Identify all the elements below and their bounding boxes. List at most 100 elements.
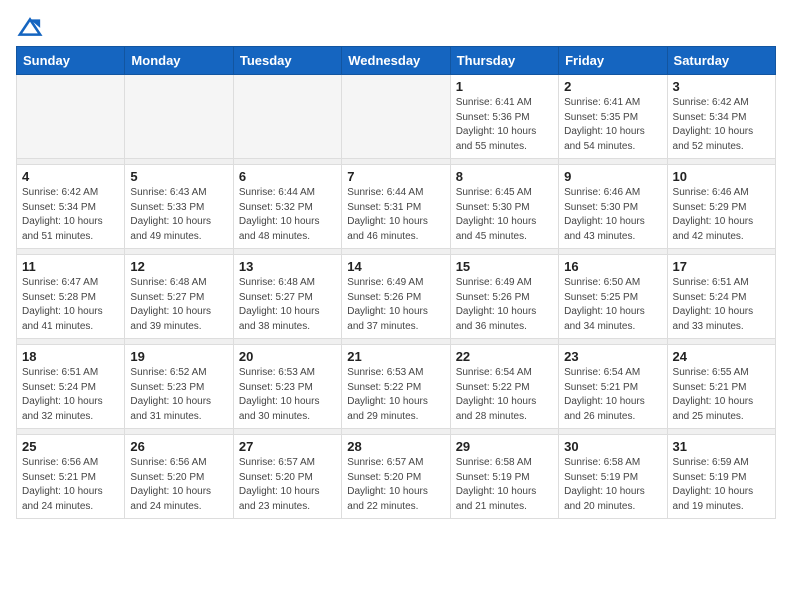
calendar-day-cell: 22 Sunrise: 6:54 AMSunset: 5:22 PMDayligh… xyxy=(450,345,558,429)
day-info: Sunrise: 6:51 AMSunset: 5:24 PMDaylight:… xyxy=(673,276,770,334)
calendar-day-cell: 31Sunrise: 6:59 AMSunset: 5:19 PMDayligh… xyxy=(667,435,775,519)
day-info: Sunrise: 6:51 AMSunset: 5:24 PMDaylight:… xyxy=(22,366,119,424)
day-info: Sunrise: 6:58 AMSunset: 5:19 PMDaylight:… xyxy=(456,456,553,514)
calendar-day-cell: 10 Sunrise: 6:46 AMSunset: 5:29 PMDayligh… xyxy=(667,165,775,249)
day-number: 20 xyxy=(239,349,336,364)
calendar-day-cell: 17 Sunrise: 6:51 AMSunset: 5:24 PMDayligh… xyxy=(667,255,775,339)
logo xyxy=(16,16,48,38)
day-info: Sunrise: 6:53 AMSunset: 5:23 PMDaylight:… xyxy=(239,366,336,424)
day-info: Sunrise: 6:45 AMSunset: 5:30 PMDaylight:… xyxy=(456,186,553,244)
calendar-day-cell: 27 Sunrise: 6:57 AMSunset: 5:20 PMDayligh… xyxy=(233,435,341,519)
day-number: 26 xyxy=(130,439,227,454)
calendar-day-cell: 9 Sunrise: 6:46 AMSunset: 5:30 PMDaylight… xyxy=(559,165,667,249)
day-info: Sunrise: 6:46 AMSunset: 5:30 PMDaylight:… xyxy=(564,186,661,244)
day-number: 30 xyxy=(564,439,661,454)
calendar-day-cell: 3 Sunrise: 6:42 AMSunset: 5:34 PMDaylight… xyxy=(667,75,775,159)
day-info: Sunrise: 6:47 AMSunset: 5:28 PMDaylight:… xyxy=(22,276,119,334)
weekday-header: Wednesday xyxy=(342,47,450,75)
day-number: 4 xyxy=(22,169,119,184)
day-info: Sunrise: 6:46 AMSunset: 5:29 PMDaylight:… xyxy=(673,186,770,244)
calendar-day-cell: 5 Sunrise: 6:43 AMSunset: 5:33 PMDaylight… xyxy=(125,165,233,249)
day-number: 22 xyxy=(456,349,553,364)
day-number: 9 xyxy=(564,169,661,184)
day-number: 24 xyxy=(673,349,770,364)
calendar-day-cell: 13 Sunrise: 6:48 AMSunset: 5:27 PMDayligh… xyxy=(233,255,341,339)
calendar-day-cell xyxy=(125,75,233,159)
day-number: 21 xyxy=(347,349,444,364)
day-number: 8 xyxy=(456,169,553,184)
calendar-table: SundayMondayTuesdayWednesdayThursdayFrid… xyxy=(16,46,776,519)
day-info: Sunrise: 6:53 AMSunset: 5:22 PMDaylight:… xyxy=(347,366,444,424)
calendar-day-cell: 20 Sunrise: 6:53 AMSunset: 5:23 PMDayligh… xyxy=(233,345,341,429)
day-info: Sunrise: 6:43 AMSunset: 5:33 PMDaylight:… xyxy=(130,186,227,244)
day-number: 2 xyxy=(564,79,661,94)
day-number: 11 xyxy=(22,259,119,274)
weekday-header: Monday xyxy=(125,47,233,75)
day-info: Sunrise: 6:57 AMSunset: 5:20 PMDaylight:… xyxy=(239,456,336,514)
day-number: 1 xyxy=(456,79,553,94)
day-info: Sunrise: 6:54 AMSunset: 5:21 PMDaylight:… xyxy=(564,366,661,424)
calendar-day-cell: 8 Sunrise: 6:45 AMSunset: 5:30 PMDaylight… xyxy=(450,165,558,249)
day-info: Sunrise: 6:48 AMSunset: 5:27 PMDaylight:… xyxy=(130,276,227,334)
day-number: 5 xyxy=(130,169,227,184)
calendar-day-cell: 26 Sunrise: 6:56 AMSunset: 5:20 PMDayligh… xyxy=(125,435,233,519)
day-info: Sunrise: 6:55 AMSunset: 5:21 PMDaylight:… xyxy=(673,366,770,424)
day-number: 25 xyxy=(22,439,119,454)
calendar-week-row: 18Sunrise: 6:51 AMSunset: 5:24 PMDayligh… xyxy=(17,345,776,429)
calendar-day-cell xyxy=(342,75,450,159)
calendar-day-cell: 25 Sunrise: 6:56 AMSunset: 5:21 PMDayligh… xyxy=(17,435,125,519)
calendar-day-cell: 29 Sunrise: 6:58 AMSunset: 5:19 PMDayligh… xyxy=(450,435,558,519)
calendar-week-row: 1 Sunrise: 6:41 AMSunset: 5:36 PMDaylight… xyxy=(17,75,776,159)
day-info: Sunrise: 6:42 AMSunset: 5:34 PMDaylight:… xyxy=(673,96,770,154)
day-number: 14 xyxy=(347,259,444,274)
calendar-week-row: 11 Sunrise: 6:47 AMSunset: 5:28 PMDayligh… xyxy=(17,255,776,339)
calendar-day-cell: 1 Sunrise: 6:41 AMSunset: 5:36 PMDaylight… xyxy=(450,75,558,159)
day-number: 17 xyxy=(673,259,770,274)
day-number: 16 xyxy=(564,259,661,274)
day-number: 6 xyxy=(239,169,336,184)
calendar-day-cell: 21 Sunrise: 6:53 AMSunset: 5:22 PMDayligh… xyxy=(342,345,450,429)
calendar-week-row: 4Sunrise: 6:42 AMSunset: 5:34 PMDaylight… xyxy=(17,165,776,249)
calendar-day-cell: 4Sunrise: 6:42 AMSunset: 5:34 PMDaylight… xyxy=(17,165,125,249)
calendar-header-row: SundayMondayTuesdayWednesdayThursdayFrid… xyxy=(17,47,776,75)
day-info: Sunrise: 6:44 AMSunset: 5:31 PMDaylight:… xyxy=(347,186,444,244)
weekday-header: Tuesday xyxy=(233,47,341,75)
day-number: 27 xyxy=(239,439,336,454)
day-info: Sunrise: 6:49 AMSunset: 5:26 PMDaylight:… xyxy=(347,276,444,334)
day-info: Sunrise: 6:54 AMSunset: 5:22 PMDaylight:… xyxy=(456,366,553,424)
calendar-day-cell: 19Sunrise: 6:52 AMSunset: 5:23 PMDayligh… xyxy=(125,345,233,429)
calendar-day-cell: 30 Sunrise: 6:58 AMSunset: 5:19 PMDayligh… xyxy=(559,435,667,519)
calendar-week-row: 25 Sunrise: 6:56 AMSunset: 5:21 PMDayligh… xyxy=(17,435,776,519)
day-info: Sunrise: 6:56 AMSunset: 5:20 PMDaylight:… xyxy=(130,456,227,514)
day-number: 19 xyxy=(130,349,227,364)
day-number: 3 xyxy=(673,79,770,94)
calendar-day-cell: 18Sunrise: 6:51 AMSunset: 5:24 PMDayligh… xyxy=(17,345,125,429)
day-info: Sunrise: 6:50 AMSunset: 5:25 PMDaylight:… xyxy=(564,276,661,334)
day-info: Sunrise: 6:56 AMSunset: 5:21 PMDaylight:… xyxy=(22,456,119,514)
day-number: 29 xyxy=(456,439,553,454)
page-header xyxy=(16,16,776,38)
logo-icon xyxy=(16,16,44,38)
weekday-header: Sunday xyxy=(17,47,125,75)
day-number: 13 xyxy=(239,259,336,274)
calendar-day-cell: 14 Sunrise: 6:49 AMSunset: 5:26 PMDayligh… xyxy=(342,255,450,339)
day-number: 15 xyxy=(456,259,553,274)
calendar-day-cell: 16 Sunrise: 6:50 AMSunset: 5:25 PMDayligh… xyxy=(559,255,667,339)
calendar-day-cell: 2Sunrise: 6:41 AMSunset: 5:35 PMDaylight… xyxy=(559,75,667,159)
weekday-header: Friday xyxy=(559,47,667,75)
calendar-day-cell xyxy=(233,75,341,159)
calendar-day-cell: 12Sunrise: 6:48 AMSunset: 5:27 PMDayligh… xyxy=(125,255,233,339)
calendar-day-cell: 15 Sunrise: 6:49 AMSunset: 5:26 PMDayligh… xyxy=(450,255,558,339)
day-info: Sunrise: 6:57 AMSunset: 5:20 PMDaylight:… xyxy=(347,456,444,514)
calendar-day-cell: 24 Sunrise: 6:55 AMSunset: 5:21 PMDayligh… xyxy=(667,345,775,429)
day-info: Sunrise: 6:59 AMSunset: 5:19 PMDaylight:… xyxy=(673,456,770,514)
day-number: 10 xyxy=(673,169,770,184)
day-number: 28 xyxy=(347,439,444,454)
day-info: Sunrise: 6:41 AMSunset: 5:36 PMDaylight:… xyxy=(456,96,553,154)
day-info: Sunrise: 6:48 AMSunset: 5:27 PMDaylight:… xyxy=(239,276,336,334)
calendar-day-cell xyxy=(17,75,125,159)
day-info: Sunrise: 6:58 AMSunset: 5:19 PMDaylight:… xyxy=(564,456,661,514)
day-info: Sunrise: 6:49 AMSunset: 5:26 PMDaylight:… xyxy=(456,276,553,334)
calendar-day-cell: 7Sunrise: 6:44 AMSunset: 5:31 PMDaylight… xyxy=(342,165,450,249)
calendar-day-cell: 28 Sunrise: 6:57 AMSunset: 5:20 PMDayligh… xyxy=(342,435,450,519)
